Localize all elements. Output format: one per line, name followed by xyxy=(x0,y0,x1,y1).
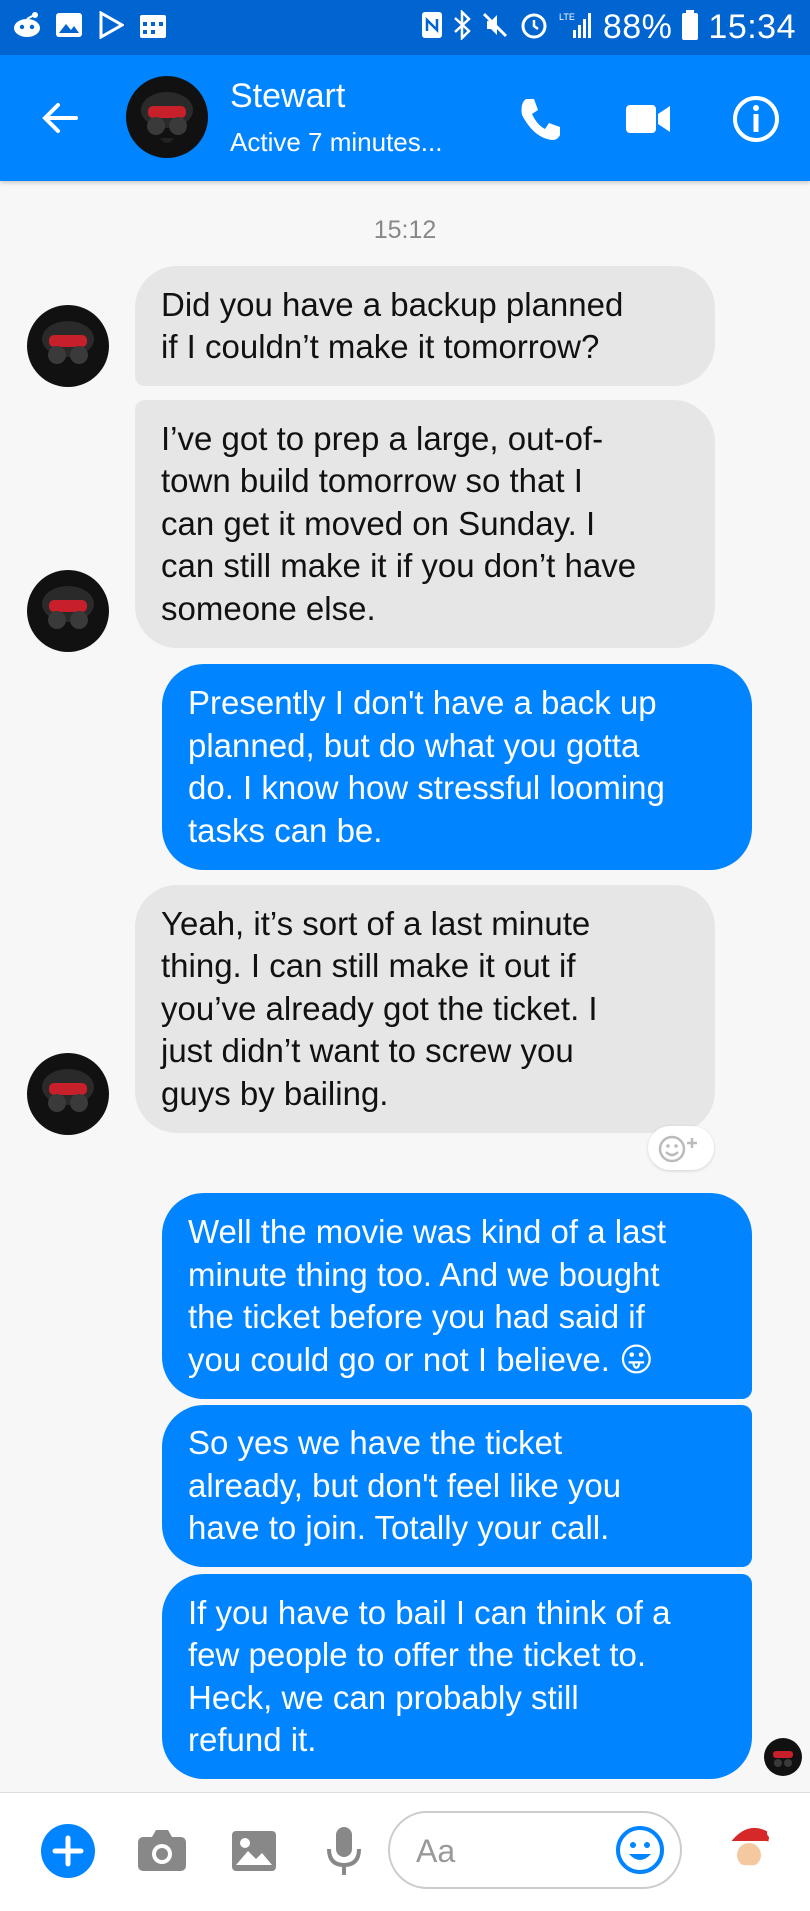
phone-icon[interactable] xyxy=(514,93,566,145)
avatar[interactable] xyxy=(27,305,109,387)
bluetooth-icon xyxy=(453,8,471,45)
battery-percentage: 88% xyxy=(602,7,673,46)
message-text: Yeah, it’s sort of a last minute thing. … xyxy=(161,904,598,1112)
avatar[interactable] xyxy=(27,1053,109,1135)
battery-icon xyxy=(682,9,699,45)
nfc-icon xyxy=(421,11,443,44)
message-bubble-incoming[interactable]: Did you have a backup planned if I could… xyxy=(135,266,715,386)
message-input[interactable]: Aa xyxy=(388,1811,682,1889)
signal-icon: LTE xyxy=(559,10,593,45)
avatar[interactable] xyxy=(27,570,109,652)
image-icon[interactable] xyxy=(226,1823,282,1879)
contact-name[interactable]: Stewart xyxy=(230,77,345,116)
message-text: Presently I don't have a back up planned… xyxy=(188,684,665,849)
add-reaction-button[interactable] xyxy=(648,1126,714,1170)
svg-text:LTE: LTE xyxy=(559,12,575,22)
message-composer: Aa xyxy=(0,1792,810,1911)
message-bubble-incoming[interactable]: Yeah, it’s sort of a last minute thing. … xyxy=(135,885,715,1133)
conversation-header: Stewart Active 7 minutes... xyxy=(0,55,810,181)
clock: 15:34 xyxy=(708,7,796,46)
info-icon[interactable] xyxy=(730,93,782,145)
gallery-icon xyxy=(54,10,84,40)
reddit-icon xyxy=(12,10,42,40)
back-arrow-icon[interactable] xyxy=(36,93,86,143)
video-camera-icon[interactable] xyxy=(624,99,672,139)
avatar[interactable] xyxy=(126,76,208,158)
emoji-icon[interactable] xyxy=(614,1824,666,1876)
message-text: So yes we have the ticket already, but d… xyxy=(188,1424,622,1547)
message-bubble-incoming[interactable]: I’ve got to prep a large, out-of- town b… xyxy=(135,400,715,648)
plus-icon[interactable] xyxy=(40,1823,96,1879)
calendar-icon xyxy=(138,10,168,40)
message-text: Well the movie was kind of a last minute… xyxy=(188,1213,667,1378)
message-bubble-outgoing[interactable]: Presently I don't have a back up planned… xyxy=(162,664,752,870)
microphone-icon[interactable] xyxy=(316,1823,372,1879)
read-receipt-avatar xyxy=(764,1738,802,1776)
alarm-icon xyxy=(519,10,549,45)
message-input-placeholder: Aa xyxy=(416,1833,456,1869)
message-bubble-outgoing[interactable]: Well the movie was kind of a last minute… xyxy=(162,1193,752,1399)
status-bar: LTE 88% 15:34 xyxy=(0,0,810,55)
conversation-timestamp: 15:12 xyxy=(373,216,437,244)
play-store-icon xyxy=(96,10,126,40)
message-text: Did you have a backup planned if I could… xyxy=(161,285,624,366)
message-bubble-outgoing[interactable]: So yes we have the ticket already, but d… xyxy=(162,1405,752,1567)
message-text: If you have to bail I can think of a few… xyxy=(188,1593,671,1759)
status-right: LTE 88% 15:34 xyxy=(421,6,796,48)
active-status: Active 7 minutes... xyxy=(230,127,443,157)
mute-icon xyxy=(481,11,509,44)
camera-icon[interactable] xyxy=(134,1823,190,1879)
status-left-icons xyxy=(12,10,168,40)
message-bubble-outgoing[interactable]: If you have to bail I can think of a few… xyxy=(162,1574,752,1779)
santa-icon[interactable] xyxy=(718,1819,780,1881)
message-text: I’ve got to prep a large, out-of- town b… xyxy=(161,419,637,627)
